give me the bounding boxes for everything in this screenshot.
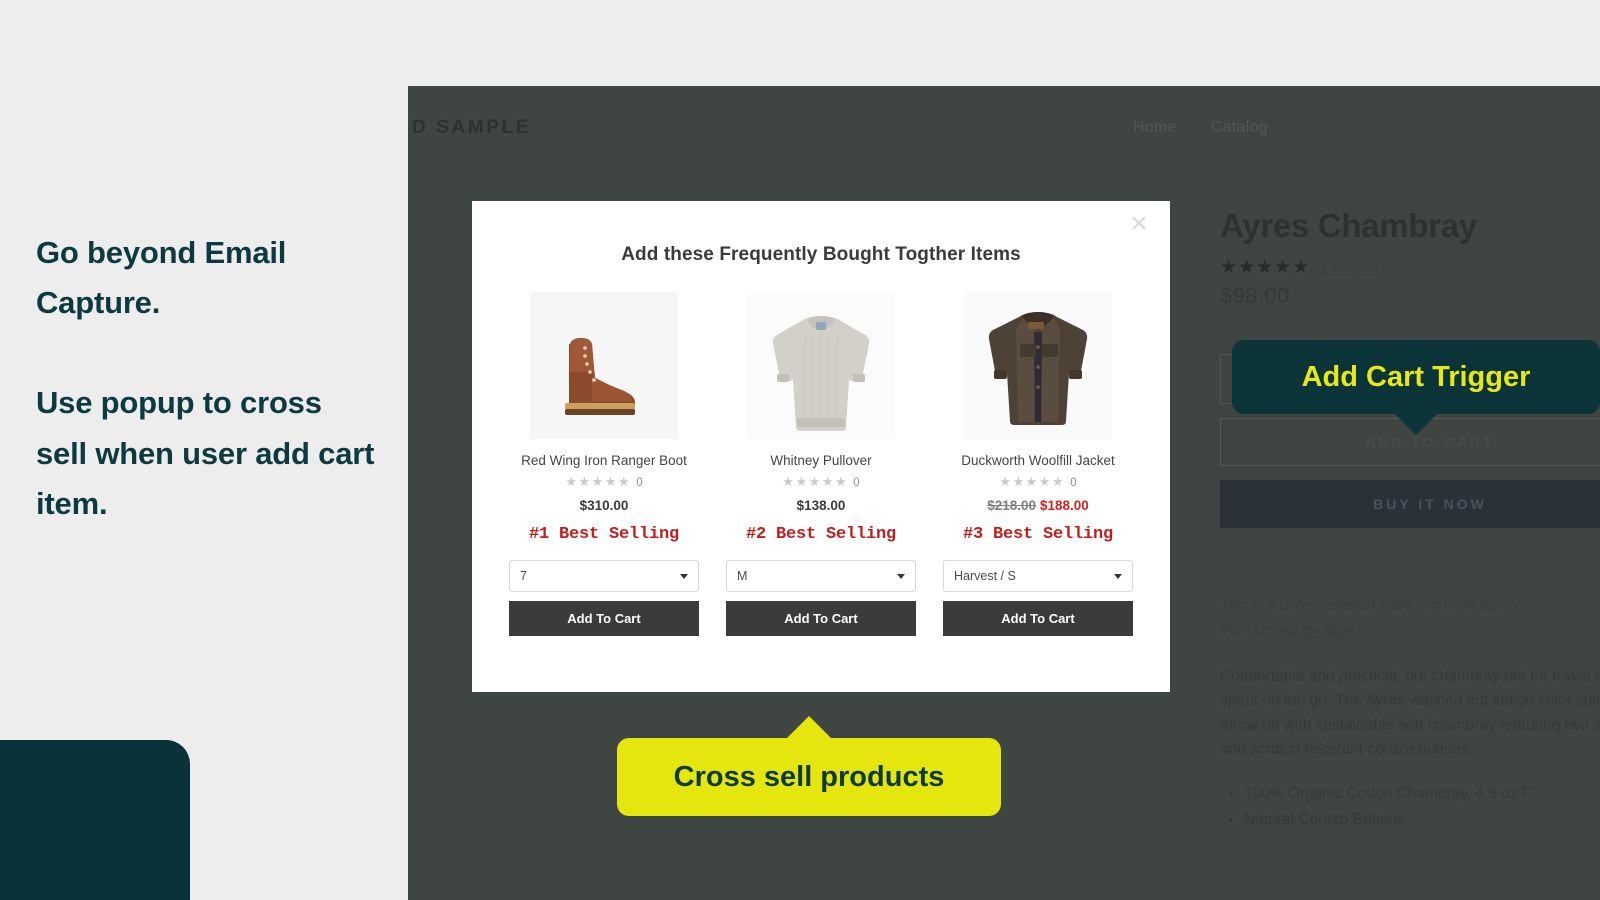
star-rating-icon: ★★★★★ (999, 474, 1066, 489)
compare-at-price: $218.00 (987, 498, 1036, 513)
product-card: Whitney Pullover ★★★★★ 0 $138.00 #2 Best… (726, 292, 916, 636)
decorative-teal-shape (0, 740, 190, 900)
review-count: 0 (853, 477, 860, 489)
left-marketing-panel: Go beyond Email Capture. Use popup to cr… (0, 0, 408, 900)
review-count-link[interactable]: 1 reviews (1320, 260, 1379, 276)
product-price: $218.00 $188.00 (943, 498, 1133, 513)
nav-link-home[interactable]: Home (1133, 119, 1177, 137)
product-description: Comfortable and practical, our chambray … (1220, 667, 1600, 759)
recommended-products-grid: Red Wing Iron Ranger Boot ★★★★★ 0 $310.0… (472, 292, 1170, 636)
variant-select-value: 7 (520, 569, 527, 583)
pdp-buy-it-now-button[interactable]: BUY IT NOW (1220, 480, 1600, 529)
star-rating-icon: ★★★★★ (782, 474, 849, 489)
chevron-down-icon (680, 573, 688, 579)
chevron-down-icon (1114, 573, 1122, 579)
variant-select-value: M (737, 569, 748, 583)
price-value: $138.00 (796, 498, 846, 513)
product-detail-column: Ayres Chambray ★★★★★ 1 reviews $98.00 S … (1220, 207, 1600, 832)
variant-select[interactable]: M (726, 560, 916, 592)
product-rating: ★★★★★ 0 (726, 474, 916, 490)
product-rating: ★★★★★ 0 (509, 474, 699, 490)
sweater-image (747, 292, 895, 439)
price-value: $310.00 (579, 498, 629, 513)
product-feature-list: 100% Organic Cotton Chambray, 4.9 oz F N… (1244, 781, 1600, 832)
headline-primary: Go beyond Email Capture. (36, 235, 287, 321)
product-title: Ayres Chambray (1220, 207, 1477, 244)
jacket-image (964, 292, 1112, 439)
demo-note-text: This is a demonstration store. You can p… (1220, 597, 1517, 615)
callout-label: Cross sell products (673, 760, 945, 793)
product-card: Red Wing Iron Ranger Boot ★★★★★ 0 $310.0… (509, 292, 699, 636)
united-by-blue-link[interactable]: United By Blue (1254, 622, 1353, 639)
product-rating: ★★★★★ 0 (943, 474, 1133, 490)
best-selling-badge: #2 Best Selling (745, 525, 897, 544)
variant-select[interactable]: 7 (509, 560, 699, 592)
list-item: Natural Corozo Buttons. (1244, 807, 1600, 833)
store-header: D SAMPLE Home Catalog (408, 86, 1600, 170)
cross-sell-modal: × Add these Frequently Bought Togther It… (472, 201, 1170, 692)
callout-cross-sell-products: Cross sell products (617, 716, 1001, 816)
product-price: $310.00 (509, 498, 699, 513)
callout-add-cart-trigger: Add Cart Trigger (1232, 340, 1600, 435)
boot-image (530, 292, 678, 439)
close-icon[interactable]: × (1122, 209, 1156, 243)
product-price: $98.00 (1220, 283, 1290, 309)
chevron-down-icon (897, 573, 905, 579)
demo-store-note: This is a demonstration store. You can p… (1220, 594, 1600, 643)
demo-note-from: from (1220, 621, 1255, 639)
callout-arrow-up-icon (786, 716, 832, 739)
product-name: Whitney Pullover (770, 453, 872, 468)
store-nav: Home Catalog (1133, 119, 1540, 137)
product-card: Duckworth Woolfill Jacket ★★★★★ 0 $218.0… (943, 292, 1133, 636)
add-to-cart-button[interactable]: Add To Cart (726, 601, 916, 636)
headline-secondary: Use popup to cross sell when user add ca… (36, 385, 375, 521)
best-selling-badge: #3 Best Selling (962, 525, 1114, 544)
best-selling-badge: #1 Best Selling (528, 525, 680, 544)
product-name: Duckworth Woolfill Jacket (961, 453, 1115, 468)
modal-title: Add these Frequently Bought Togther Item… (621, 244, 1021, 265)
demo-note-period: . (1353, 621, 1358, 639)
star-rating-icon: ★★★★★ (1220, 257, 1311, 279)
store-logo[interactable]: D SAMPLE (408, 117, 531, 139)
add-to-cart-button[interactable]: Add To Cart (943, 601, 1133, 636)
variant-select[interactable]: Harvest / S (943, 560, 1133, 592)
product-price: $138.00 (726, 498, 916, 513)
list-item: 100% Organic Cotton Chambray, 4.9 oz F (1244, 781, 1600, 807)
review-count: 0 (636, 477, 643, 489)
star-rating-icon: ★★★★★ (565, 474, 632, 489)
review-count: 0 (1070, 477, 1077, 489)
add-to-cart-button[interactable]: Add To Cart (509, 601, 699, 636)
marketing-copy: Go beyond Email Capture. Use popup to cr… (36, 228, 376, 529)
callout-arrow-down-icon (1395, 414, 1437, 435)
variant-select-value: Harvest / S (954, 569, 1016, 583)
sale-price: $188.00 (1040, 498, 1089, 513)
product-name: Red Wing Iron Ranger Boot (521, 453, 687, 468)
callout-label: Add Cart Trigger (1301, 360, 1531, 393)
nav-link-catalog[interactable]: Catalog (1211, 119, 1268, 137)
product-rating-row: ★★★★★ 1 reviews (1220, 256, 1600, 279)
